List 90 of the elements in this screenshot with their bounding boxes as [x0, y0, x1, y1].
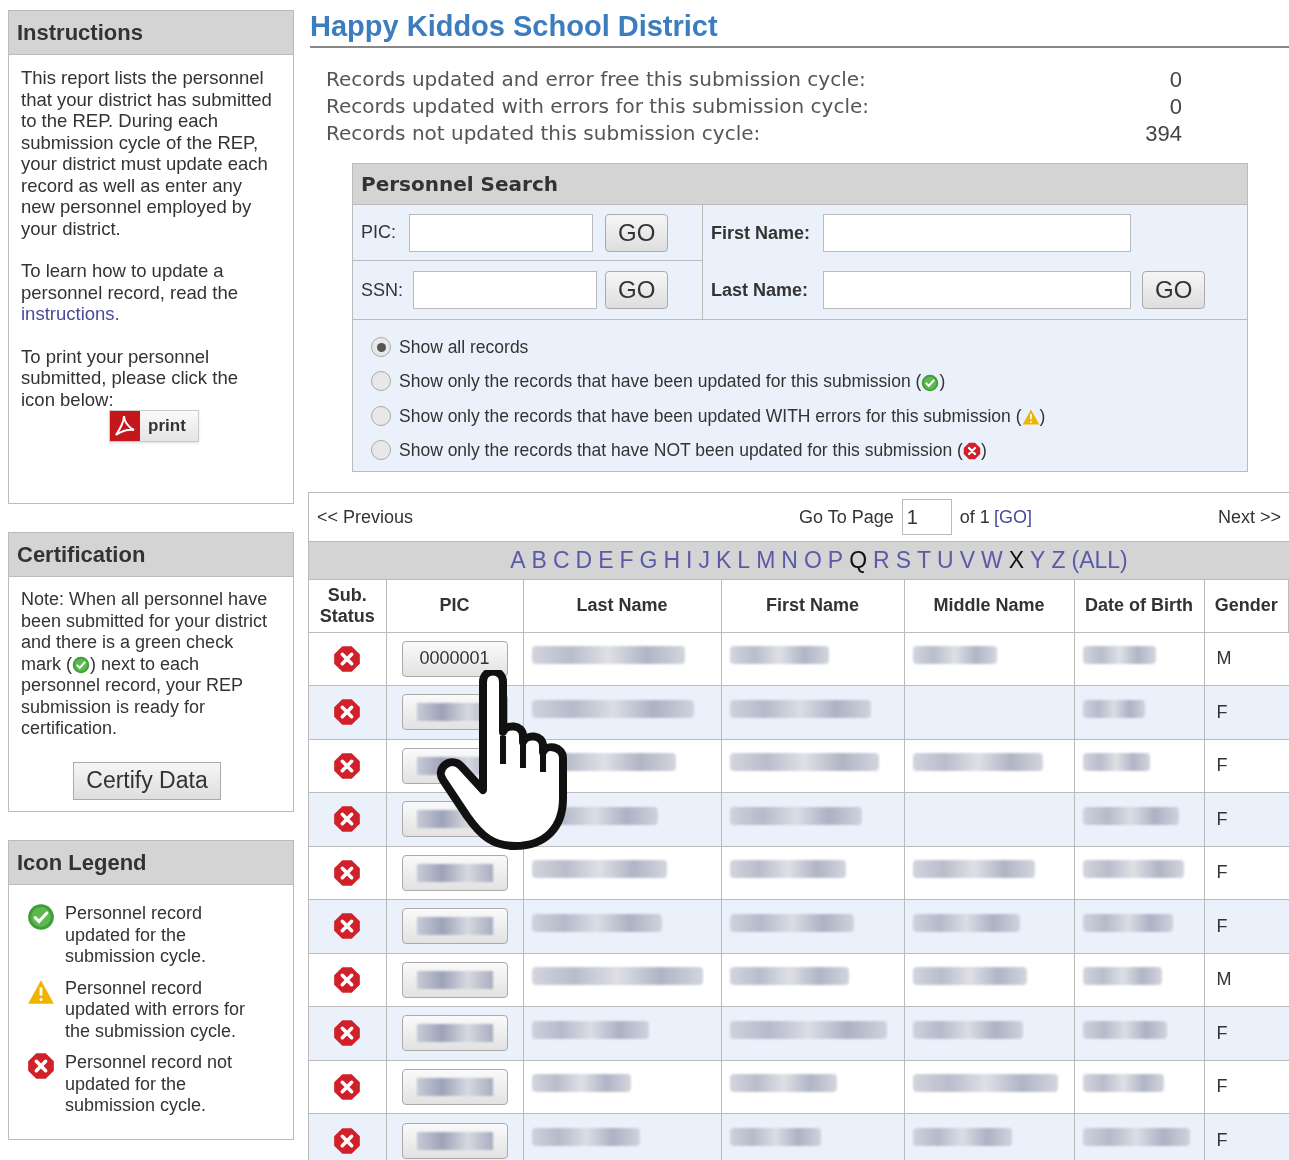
- letter-link[interactable]: N: [781, 543, 798, 578]
- last-name-field[interactable]: [823, 271, 1131, 309]
- instructions-text: To print your personnel submitted, please click the icon below:: [21, 345, 239, 410]
- go-button[interactable]: GO: [1142, 271, 1206, 309]
- previous-link[interactable]: << Previous: [317, 503, 414, 531]
- letter-link[interactable]: R: [873, 543, 890, 578]
- first-name-field[interactable]: [823, 214, 1131, 252]
- panel-title: Icon Legend: [17, 849, 147, 877]
- radio-label: Show only the records that have been updated for this submission ( ): [399, 370, 946, 394]
- go-link[interactable]: [GO]: [993, 503, 1032, 531]
- letter-link[interactable]: K: [716, 543, 732, 578]
- letter-link[interactable]: B: [531, 543, 547, 578]
- stat-label: Records not updated this submission cycle:: [326, 120, 761, 147]
- stat-value: 394: [1145, 120, 1182, 147]
- instructions-link[interactable]: instructions.: [21, 303, 120, 324]
- go-to-page-label: Go To Page: [799, 505, 894, 529]
- go-button[interactable]: GO: [605, 271, 669, 309]
- radio-button[interactable]: [371, 405, 391, 426]
- letter-link[interactable]: S: [895, 543, 911, 578]
- warning-icon: [1021, 407, 1040, 426]
- table-cell: F: [1204, 792, 1289, 846]
- pic-field[interactable]: [409, 213, 593, 252]
- letter-link[interactable]: G: [639, 543, 658, 578]
- stat-label: Records updated and error free this submission cycle:: [326, 66, 866, 93]
- letter-link[interactable]: J: [698, 543, 710, 578]
- check-icon: [921, 373, 940, 392]
- certify-data-button[interactable]: Certify Data: [73, 761, 221, 800]
- table-cell: F: [1204, 739, 1289, 793]
- field-label: SSN:: [361, 278, 404, 302]
- blurred-text: [1082, 753, 1151, 772]
- table-cell: F: [1204, 1006, 1289, 1060]
- letter-link[interactable]: I: [686, 543, 693, 578]
- letter-link[interactable]: U: [937, 543, 954, 578]
- letter-link[interactable]: F: [619, 543, 634, 578]
- table-cell: M: [1204, 953, 1289, 1007]
- next-link[interactable]: Next >>: [1217, 503, 1281, 531]
- radio-button[interactable]: [371, 371, 391, 392]
- letter-link[interactable]: Y: [1030, 543, 1046, 578]
- table-cell: M: [1204, 632, 1289, 686]
- stat-value: 0: [1169, 66, 1182, 93]
- error-icon: [962, 442, 981, 461]
- radio-button[interactable]: [371, 337, 391, 358]
- letter-link[interactable]: O: [803, 543, 822, 578]
- radio-label: Show all records: [399, 336, 529, 359]
- print-button[interactable]: print: [109, 410, 199, 442]
- table-cell: F: [1204, 1113, 1289, 1160]
- field-label: Last Name:: [711, 278, 810, 302]
- letter-link[interactable]: Z: [1051, 543, 1066, 578]
- check-icon: [72, 655, 90, 674]
- table-cell: F: [1204, 685, 1289, 739]
- table-cell: F: [1204, 846, 1289, 900]
- go-button[interactable]: GO: [605, 213, 669, 252]
- certification-note: Note: When all personnel have been submitted for your district and there is a green check mark ( ) next to each personnel record, your REP submission is ready for certification.: [21, 589, 269, 740]
- radio-label: Show only the records that have been updated WITH errors for this submission ( ): [399, 404, 1046, 428]
- letter-link[interactable]: (ALL): [1071, 543, 1128, 578]
- page-field[interactable]: 1: [901, 499, 952, 535]
- letter-link[interactable]: A: [510, 543, 526, 578]
- field-label: PIC:: [361, 221, 397, 244]
- table-cell: F: [1204, 1060, 1289, 1114]
- legend-text: Personnel record updated for the submission cycle.: [65, 903, 208, 968]
- check-icon: [27, 903, 55, 931]
- district-title: Happy Kiddos School District: [310, 10, 719, 42]
- letter-link[interactable]: M: [756, 543, 776, 578]
- letter-link[interactable]: C: [552, 543, 570, 578]
- letter-link[interactable]: V: [959, 543, 976, 578]
- letter-link[interactable]: D: [575, 543, 593, 578]
- letter-link[interactable]: E: [598, 543, 614, 578]
- radio-button[interactable]: [371, 439, 391, 460]
- panel-title: Instructions: [17, 19, 143, 47]
- search-title: Personnel Search: [361, 171, 558, 198]
- instructions-text: To learn how to update a personnel record, read the instructions.: [21, 260, 239, 325]
- panel-title: Certification: [17, 541, 146, 569]
- field-label: First Name:: [711, 221, 812, 245]
- page-count: of 1: [959, 505, 990, 529]
- stat-value: 0: [1169, 93, 1182, 120]
- letter-link[interactable]: W: [981, 543, 1003, 578]
- table-cell: F: [1204, 899, 1289, 953]
- letter-link[interactable]: P: [827, 543, 844, 578]
- instructions-text: This report lists the personnel that your district has submitted to the REP. During each submission cycle of the REP, your district must update each record as well as enter any new personnel employed by your district.: [21, 67, 273, 239]
- pdf-icon: [110, 411, 141, 441]
- ssn-field[interactable]: [413, 271, 597, 309]
- legend-text: Personnel record not updated for the submission cycle.: [65, 1052, 234, 1117]
- letter-link[interactable]: L: [737, 543, 751, 578]
- legend-text: Personnel record updated with errors for the submission cycle.: [65, 977, 247, 1042]
- stat-label: Records updated with errors for this submission cycle:: [326, 93, 870, 120]
- error-icon: [27, 1052, 55, 1080]
- letter-link[interactable]: H: [663, 543, 681, 578]
- blurred-text: [1082, 699, 1145, 718]
- radio-label: Show only the records that have NOT been updated for this submission ( ): [399, 438, 987, 463]
- letter-link[interactable]: T: [917, 543, 932, 578]
